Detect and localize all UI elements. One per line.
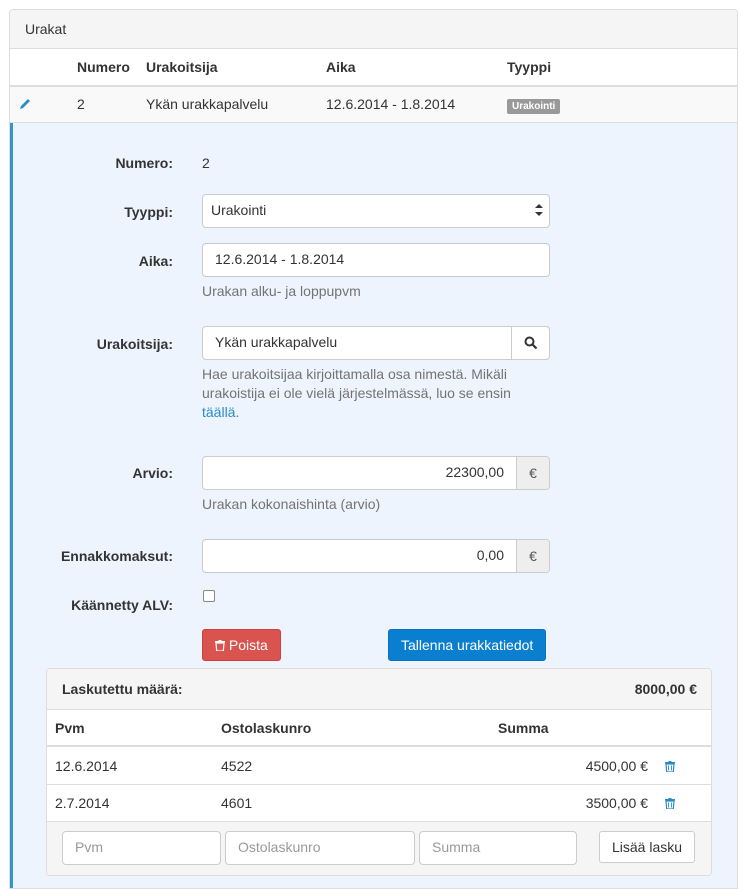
- euro-addon: €: [516, 457, 549, 489]
- edit-form: Numero: 2 Tyyppi: Urakointi Aika: 12.6.2…: [10, 123, 737, 888]
- new-invoice-row: Pvm Ostolaskunro Summa Lisää lasku: [47, 822, 711, 875]
- search-icon: [524, 336, 538, 350]
- urakat-panel: Urakat Numero Urakoitsija Aika Tyyppi 2 …: [9, 9, 738, 889]
- col-urakoitsija: Urakoitsija: [146, 59, 218, 75]
- ennakko-input[interactable]: 0,00 €: [202, 539, 550, 573]
- urakoitsija-help: Hae urakoitsijaa kirjoittamalla osa nime…: [202, 365, 552, 422]
- col-summa: Summa: [498, 720, 549, 736]
- urakoitsija-value: Ykän urakkapalvelu: [215, 334, 338, 350]
- col-tyyppi: Tyyppi: [507, 59, 552, 75]
- trash-icon[interactable]: [665, 798, 675, 809]
- new-pvm-input[interactable]: Pvm: [62, 831, 221, 865]
- delete-button-label: Poista: [228, 637, 268, 653]
- add-invoice-button[interactable]: Lisää lasku: [599, 831, 696, 863]
- tyyppi-select-value: Urakointi: [211, 202, 267, 218]
- save-button[interactable]: Tallenna urakkatiedot: [388, 629, 547, 661]
- urakoitsija-help-line1: Hae urakoitsijaa kirjoittamalla osa nime…: [202, 366, 508, 382]
- search-button[interactable]: [511, 326, 550, 360]
- trash-icon: [215, 640, 225, 652]
- urakoitsija-label: Urakoitsija:: [96, 336, 173, 352]
- tyyppi-select[interactable]: Urakointi: [202, 194, 550, 228]
- new-ostolaskunro-input[interactable]: Ostolaskunro: [225, 831, 415, 865]
- delete-button[interactable]: Poista: [202, 629, 281, 661]
- new-summa-input[interactable]: Summa: [419, 831, 577, 865]
- numero-value: 2: [202, 155, 210, 171]
- col-aika: Aika: [326, 59, 356, 75]
- col-numero: Numero: [77, 59, 130, 75]
- row-aika: 12.6.2014 - 1.8.2014: [326, 96, 456, 112]
- trash-icon[interactable]: [665, 761, 675, 772]
- alv-checkbox[interactable]: [203, 590, 215, 602]
- col-pvm: Pvm: [55, 720, 85, 736]
- alv-label: Käännetty ALV:: [71, 597, 173, 613]
- urakoitsija-input[interactable]: Ykän urakkapalvelu: [202, 326, 550, 360]
- row-urakoitsija: Ykän urakkapalvelu: [146, 96, 269, 112]
- invoices-header: Pvm Ostolaskunro Summa: [47, 710, 711, 747]
- tyyppi-label: Tyyppi:: [124, 204, 173, 220]
- invoices-panel: Laskutettu määrä: 8000,00 € Pvm Ostolask…: [46, 668, 712, 876]
- table-row[interactable]: 2 Ykän urakkapalvelu 12.6.2014 - 1.8.201…: [10, 87, 737, 123]
- aika-help: Urakan alku- ja loppupvm: [202, 283, 361, 299]
- invoice-number: 4601: [221, 795, 253, 811]
- aika-label: Aika:: [138, 253, 173, 269]
- arvio-label: Arvio:: [132, 465, 173, 481]
- table-row: 12.6.2014 4522 4500,00 €: [47, 748, 711, 785]
- invoice-pvm: 2.7.2014: [55, 795, 110, 811]
- col-ostolaskunro: Ostolaskunro: [221, 720, 312, 736]
- table-header: Numero Urakoitsija Aika Tyyppi: [10, 49, 737, 87]
- row-numero: 2: [77, 96, 85, 112]
- pencil-icon[interactable]: [18, 97, 32, 111]
- arvio-input[interactable]: 22300,00 €: [202, 456, 550, 490]
- urakoitsija-help-line2: urakoistija ei ole vielä järjestelmässä,…: [202, 385, 511, 401]
- numero-label: Numero:: [115, 155, 173, 171]
- table-row: 2.7.2014 4601 3500,00 €: [47, 785, 711, 822]
- ennakko-value: 0,00: [476, 547, 504, 563]
- ennakko-label: Ennakkomaksut:: [60, 548, 173, 564]
- invoice-summa: 3500,00 €: [585, 795, 648, 811]
- urakoitsija-help-end: .: [235, 404, 240, 420]
- arvio-value: 22300,00: [445, 464, 504, 480]
- invoice-pvm: 12.6.2014: [55, 758, 118, 774]
- select-arrows-icon: [535, 204, 543, 216]
- invoice-number: 4522: [221, 758, 253, 774]
- euro-addon: €: [516, 540, 549, 572]
- create-contractor-link[interactable]: täällä: [202, 404, 235, 420]
- invoices-summary: Laskutettu määrä: 8000,00 €: [47, 669, 711, 710]
- arvio-help: Urakan kokonaishinta (arvio): [202, 496, 381, 512]
- panel-title: Urakat: [10, 10, 737, 49]
- invoice-summa: 4500,00 €: [585, 758, 648, 774]
- type-badge: Urakointi: [507, 99, 561, 114]
- aika-input[interactable]: 12.6.2014 - 1.8.2014: [202, 243, 550, 277]
- invoiced-label: Laskutettu määrä:: [62, 681, 183, 697]
- invoiced-value: 8000,00 €: [634, 681, 697, 697]
